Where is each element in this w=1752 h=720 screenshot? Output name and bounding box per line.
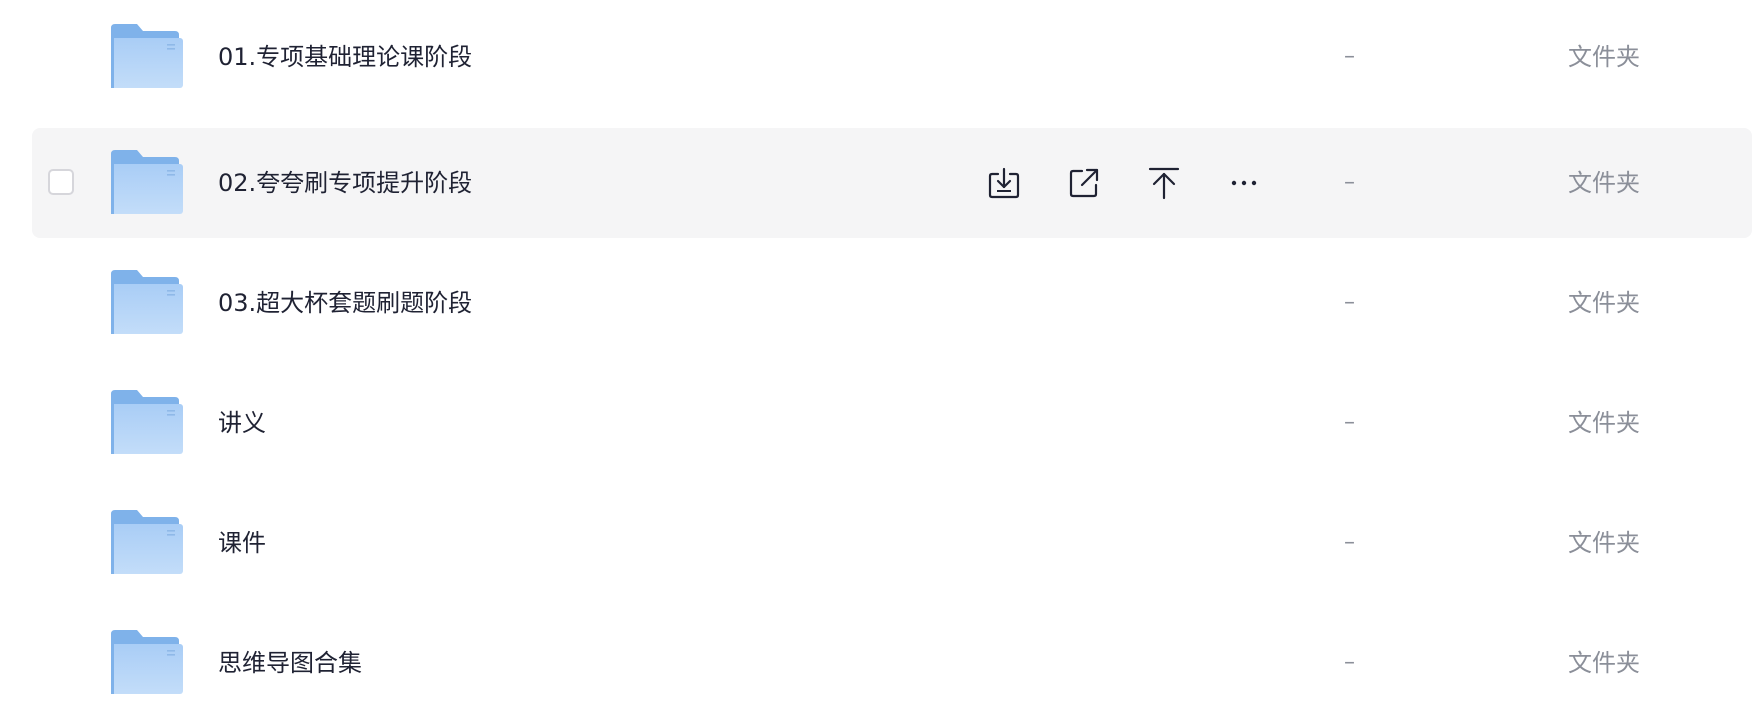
file-name[interactable]: 03.超大杯套题刷题阶段: [218, 248, 472, 358]
file-row[interactable]: 03.超大杯套题刷题阶段 – 文件夹: [32, 248, 1752, 358]
file-type: 文件夹: [1568, 529, 1640, 557]
file-name[interactable]: 讲义: [218, 368, 266, 478]
file-row[interactable]: 01.专项基础理论课阶段 – 文件夹: [32, 2, 1752, 112]
more-icon[interactable]: [1222, 161, 1266, 205]
file-size: –: [1344, 410, 1355, 435]
file-type: 文件夹: [1568, 409, 1640, 437]
file-size: –: [1344, 44, 1355, 69]
file-size: –: [1344, 290, 1355, 315]
file-size: –: [1344, 530, 1355, 555]
file-size: –: [1344, 650, 1355, 675]
download-icon[interactable]: [982, 161, 1026, 205]
file-type: 文件夹: [1568, 289, 1640, 317]
folder-icon: [109, 148, 183, 216]
file-row[interactable]: 讲义 – 文件夹: [32, 368, 1752, 478]
file-type: 文件夹: [1568, 649, 1640, 677]
folder-icon: [109, 508, 183, 576]
share-icon[interactable]: [1062, 161, 1106, 205]
file-name[interactable]: 课件: [218, 488, 266, 598]
file-row[interactable]: 思维导图合集 – 文件夹: [32, 608, 1752, 718]
file-list: 01.专项基础理论课阶段 – 文件夹 02.夸夸刷专项提升阶段 – 文件夹 03…: [0, 0, 1752, 720]
row-checkbox[interactable]: [48, 169, 74, 195]
upload-icon[interactable]: [1142, 161, 1186, 205]
file-type: 文件夹: [1568, 169, 1640, 197]
folder-icon: [109, 388, 183, 456]
file-size: –: [1344, 170, 1355, 195]
file-name[interactable]: 02.夸夸刷专项提升阶段: [218, 128, 472, 238]
file-row[interactable]: 02.夸夸刷专项提升阶段 – 文件夹: [32, 128, 1752, 238]
file-type: 文件夹: [1568, 43, 1640, 71]
file-name[interactable]: 思维导图合集: [218, 608, 362, 718]
file-name[interactable]: 01.专项基础理论课阶段: [218, 2, 472, 112]
file-row[interactable]: 课件 – 文件夹: [32, 488, 1752, 598]
folder-icon: [109, 628, 183, 696]
folder-icon: [109, 22, 183, 90]
folder-icon: [109, 268, 183, 336]
